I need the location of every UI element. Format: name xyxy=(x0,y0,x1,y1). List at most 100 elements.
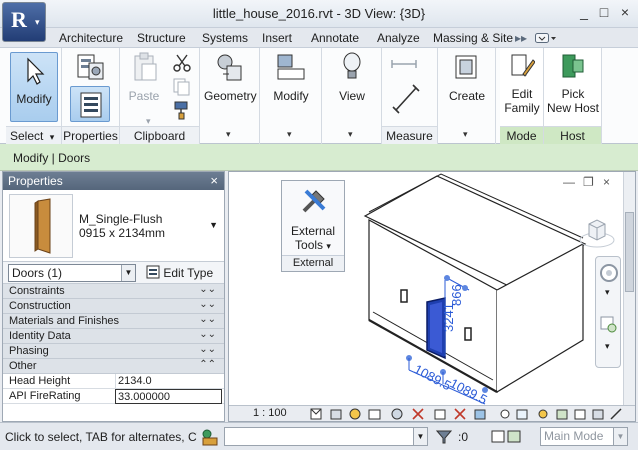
pick-host-icon xyxy=(562,54,584,78)
workset-combo[interactable]: ▼ xyxy=(224,427,428,446)
context-bar: Modify | Doors xyxy=(0,144,638,171)
ribbon-minimize-icon[interactable] xyxy=(535,33,557,44)
external-tools-line1: External xyxy=(290,224,336,238)
instance-filter-combo[interactable]: Doors (1) ▼ xyxy=(8,264,136,282)
zoom-region-icon[interactable] xyxy=(599,315,619,335)
type-selector[interactable]: M_Single-Flush 0915 x 2134mm ▼ xyxy=(3,190,224,262)
measure-panel-title[interactable]: Measure xyxy=(382,126,437,144)
collapse-icon: ⌃⌃ xyxy=(199,359,216,370)
minimize-button[interactable]: _ xyxy=(576,4,592,20)
edit-type-label: Edit Type xyxy=(163,266,214,280)
group-label: Other xyxy=(9,360,37,372)
chevron-down-icon[interactable]: ▾ xyxy=(605,287,610,298)
create-panel-expand-icon[interactable]: ▾ xyxy=(463,129,468,140)
edit-family-line2: Family xyxy=(504,101,540,115)
external-panel-title: External xyxy=(282,255,344,271)
paste-button[interactable]: Paste xyxy=(126,52,162,103)
group-materials-finishes[interactable]: Materials and Finishes ⌄⌄ xyxy=(3,314,224,329)
context-label: Modify | Doors xyxy=(13,151,91,165)
measure-between-icon[interactable] xyxy=(390,54,420,74)
title-bar: little_house_2016.rvt - 3D View: {3D} _ … xyxy=(0,0,638,28)
tab-systems[interactable]: Systems xyxy=(202,31,248,45)
chevron-down-icon[interactable]: ▾ xyxy=(605,341,610,352)
tab-analyze[interactable]: Analyze xyxy=(377,31,420,45)
modify-panel-expand-icon[interactable]: ▾ xyxy=(287,129,292,140)
cut-icon[interactable] xyxy=(172,53,192,73)
type-properties-icon[interactable] xyxy=(75,53,105,83)
select-panel-title[interactable]: Select ▾ xyxy=(6,126,61,144)
chevron-down-icon: ▾ xyxy=(35,17,40,27)
properties-panel: Properties xyxy=(62,48,120,144)
edit-type-button[interactable]: Edit Type xyxy=(143,264,216,282)
tab-overflow-icon[interactable]: ▸▸ xyxy=(515,31,527,45)
modify-button-label: Modify xyxy=(16,92,52,106)
view-control-icons[interactable] xyxy=(309,407,635,421)
geometry-panel: Geometry ▾ xyxy=(200,48,260,144)
instance-filter-value: Doors (1) xyxy=(12,266,63,280)
create-button[interactable]: Create xyxy=(442,52,492,103)
param-name: API FireRating xyxy=(9,390,81,402)
geometry-button[interactable]: Geometry xyxy=(204,52,257,103)
design-options-icons[interactable] xyxy=(490,428,538,446)
type-family-name: M_Single-Flush xyxy=(79,212,163,226)
dimension-label[interactable]: 866 xyxy=(449,284,464,306)
revit-logo-icon: R xyxy=(11,7,27,32)
tab-architecture[interactable]: Architecture xyxy=(59,31,123,45)
close-icon[interactable]: × xyxy=(210,173,218,188)
main-mode-combo[interactable]: Main Mode ▼ xyxy=(540,427,628,446)
modify-tools-label: Modify xyxy=(273,89,309,103)
chevron-down-icon: ▼ xyxy=(613,428,627,445)
mode-panel: Edit Family Mode xyxy=(500,48,544,144)
external-tools-icon[interactable] xyxy=(298,185,330,217)
modify-panel: Modify ▾ xyxy=(260,48,322,144)
dimension-label[interactable]: 3241 xyxy=(441,303,456,332)
steering-wheel-icon[interactable] xyxy=(599,263,619,283)
properties-palette: Properties × M_Single-Flush 0915 x 2134m… xyxy=(2,171,225,422)
status-hint: Click to select, TAB for alternates, CTR… xyxy=(5,430,197,444)
edit-family-button[interactable]: Edit Family xyxy=(502,52,542,115)
group-identity-data[interactable]: Identity Data ⌄⌄ xyxy=(3,329,224,344)
properties-button[interactable] xyxy=(70,86,110,122)
group-construction[interactable]: Construction ⌄⌄ xyxy=(3,299,224,314)
properties-header: Properties × xyxy=(3,172,224,190)
door-icon xyxy=(34,198,51,254)
view-panel-expand-icon[interactable]: ▾ xyxy=(348,129,353,140)
properties-icon xyxy=(80,92,102,118)
external-tools-line2: Tools xyxy=(295,238,324,252)
aligned-dimension-icon[interactable] xyxy=(392,84,422,114)
geometry-panel-expand-icon[interactable]: ▾ xyxy=(226,129,231,140)
modify-button[interactable]: Modify xyxy=(10,52,58,122)
modify-tools-button[interactable]: Modify xyxy=(264,52,318,103)
worksets-icon[interactable] xyxy=(200,428,220,446)
scrollbar-thumb[interactable] xyxy=(625,212,634,292)
tab-annotate[interactable]: Annotate xyxy=(311,31,359,45)
group-other[interactable]: Other ⌃⌃ xyxy=(3,359,224,374)
view-scale[interactable]: 1 : 100 xyxy=(253,407,287,419)
view-button[interactable]: View xyxy=(326,52,378,103)
viewcube-icon[interactable] xyxy=(577,212,617,250)
filter-icon[interactable] xyxy=(436,429,452,445)
group-phasing[interactable]: Phasing ⌄⌄ xyxy=(3,344,224,359)
view-3d[interactable]: — ❐ × 3241 866 1089.5 1089.5 External To… xyxy=(228,171,636,422)
maximize-button[interactable]: □ xyxy=(596,4,612,20)
copy-icon[interactable] xyxy=(172,77,192,97)
main-mode-value: Main Mode xyxy=(544,429,604,443)
close-button[interactable]: × xyxy=(617,4,633,20)
tab-massing-site[interactable]: Massing & Site xyxy=(433,31,513,45)
view-vertical-scrollbar[interactable] xyxy=(623,172,635,407)
type-dropdown-icon[interactable]: ▼ xyxy=(209,220,218,230)
tab-structure[interactable]: Structure xyxy=(137,31,186,45)
pick-new-host-button[interactable]: Pick New Host xyxy=(546,52,600,115)
edit-family-label: Edit Family xyxy=(502,87,542,115)
edit-family-line1: Edit xyxy=(511,87,533,101)
application-menu-button[interactable]: R ▾ xyxy=(2,2,46,42)
external-tools-panel: External Tools ▾ External xyxy=(281,180,345,272)
group-label: Constraints xyxy=(9,285,65,297)
match-properties-icon[interactable] xyxy=(172,100,192,120)
tab-insert[interactable]: Insert xyxy=(262,31,292,45)
external-tools-button[interactable]: External Tools ▾ xyxy=(282,224,344,253)
type-size: 0915 x 2134mm xyxy=(79,226,166,240)
param-value[interactable]: 2134.0 xyxy=(115,374,222,389)
group-constraints[interactable]: Constraints ⌄⌄ xyxy=(3,284,224,299)
param-value-input[interactable]: 33.000000 xyxy=(115,389,222,404)
